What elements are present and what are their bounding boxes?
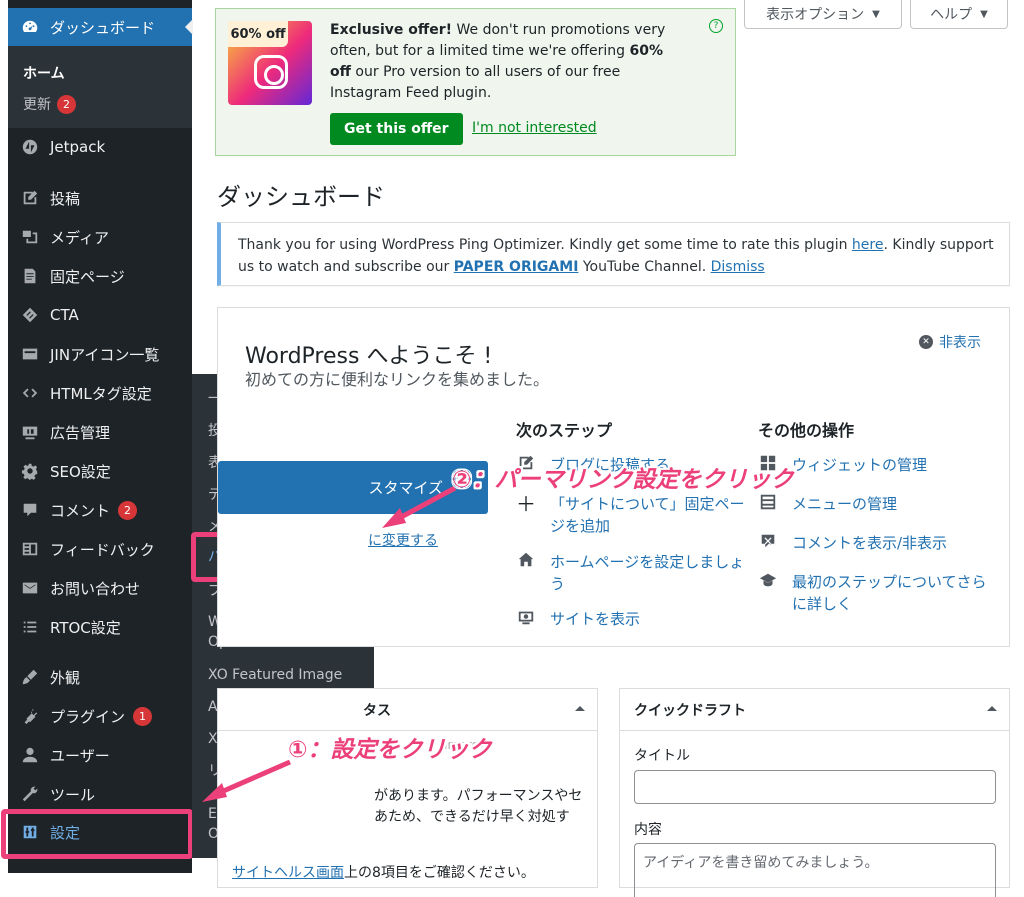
annotation-step2: ②：パーマリンク設定をクリック	[452, 467, 794, 493]
screenshot-stage: ダッシュボード ホーム 更新 2 Jetpack 投稿 メディア 固定ページ CTA JI…	[0, 0, 1024, 897]
arrow-step1-head	[202, 783, 227, 802]
arrow-step2-head	[382, 508, 406, 528]
annotation-step1: ①：設定をクリック	[288, 737, 492, 763]
annotation-arrows	[202, 485, 457, 802]
